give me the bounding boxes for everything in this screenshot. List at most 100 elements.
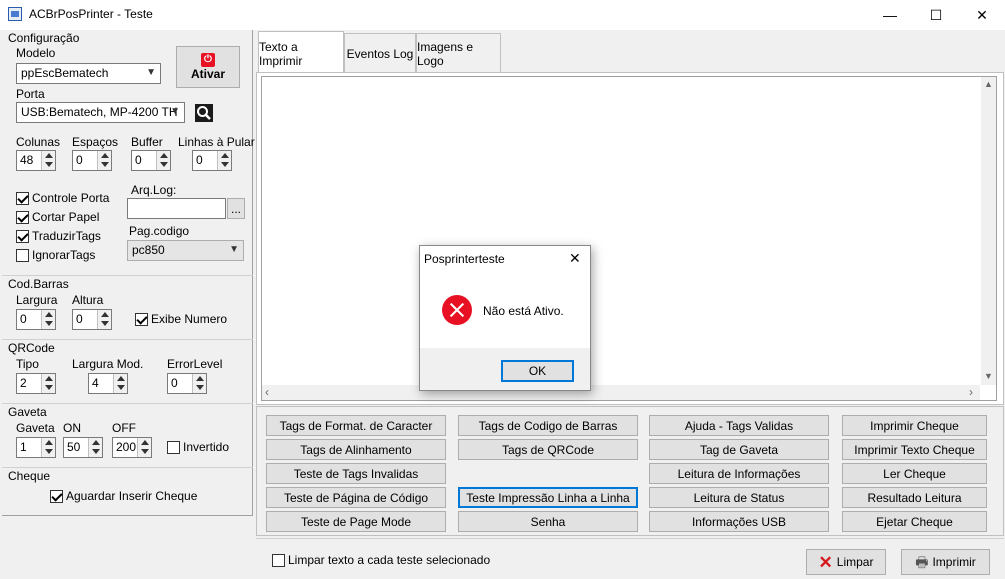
checkbox-icon[interactable] bbox=[135, 312, 148, 326]
text-to-print-area[interactable] bbox=[261, 76, 997, 401]
ejetar-cheque-button[interactable]: Ejetar Cheque bbox=[842, 511, 987, 532]
gaveta-on-spinner[interactable]: 50 bbox=[63, 437, 103, 458]
leitura-status-button[interactable]: Leitura de Status bbox=[649, 487, 829, 508]
traduzir-tags-label: TraduzirTags bbox=[32, 229, 101, 243]
maximize-button[interactable]: ☐ bbox=[913, 0, 959, 30]
checkbox-icon[interactable] bbox=[16, 229, 29, 243]
qr-largura-label: Largura Mod. bbox=[72, 357, 144, 371]
tab-imagens-logo[interactable]: Imagens e Logo bbox=[416, 33, 501, 73]
horizontal-scrollbar[interactable]: ‹ › bbox=[262, 385, 980, 400]
barras-largura-spinner[interactable]: 0 bbox=[16, 309, 56, 330]
close-button[interactable]: ✕ bbox=[959, 0, 1005, 30]
invertido-checkbox[interactable]: Invertido bbox=[167, 440, 229, 454]
colunas-spinner[interactable]: 48 bbox=[16, 150, 56, 171]
linhas-spinner[interactable]: 0 bbox=[192, 150, 232, 171]
spinner-arrows-icon[interactable] bbox=[97, 310, 111, 329]
pagcodigo-select[interactable]: pc850 ▼ bbox=[127, 240, 244, 261]
ok-button[interactable]: OK bbox=[501, 360, 574, 382]
gaveta-spinner[interactable]: 1 bbox=[16, 437, 56, 458]
power-icon: ⏻ bbox=[201, 53, 215, 67]
teste-impressao-linha-button[interactable]: Teste Impressão Linha a Linha bbox=[458, 487, 638, 508]
checkbox-icon[interactable] bbox=[167, 440, 180, 454]
qr-tipo-value: 2 bbox=[20, 376, 27, 390]
tab-texto-imprimir[interactable]: Texto a Imprimir bbox=[258, 31, 344, 75]
gaveta-on-value: 50 bbox=[67, 440, 81, 454]
ativar-button[interactable]: ⏻ Ativar bbox=[176, 46, 240, 88]
spinner-arrows-icon[interactable] bbox=[41, 151, 55, 170]
checkbox-icon[interactable] bbox=[272, 553, 285, 567]
spinner-arrows-icon[interactable] bbox=[137, 438, 151, 457]
teste-tags-invalidas-button[interactable]: Teste de Tags Invalidas bbox=[266, 463, 446, 484]
qr-tipo-spinner[interactable]: 2 bbox=[16, 373, 56, 394]
barras-altura-spinner[interactable]: 0 bbox=[72, 309, 112, 330]
teste-page-mode-button[interactable]: Teste de Page Mode bbox=[266, 511, 446, 532]
modelo-select[interactable]: ppEscBematech ▼ bbox=[16, 63, 161, 84]
ler-cheque-button[interactable]: Ler Cheque bbox=[842, 463, 987, 484]
tags-alinhamento-button[interactable]: Tags de Alinhamento bbox=[266, 439, 446, 460]
scroll-left-icon[interactable]: ‹ bbox=[265, 385, 269, 399]
red-x-icon: ✕ bbox=[818, 552, 833, 572]
traduzir-tags-checkbox[interactable]: TraduzirTags bbox=[16, 229, 101, 243]
qr-largura-spinner[interactable]: 4 bbox=[88, 373, 128, 394]
qr-tipo-label: Tipo bbox=[16, 357, 39, 371]
gaveta-off-value: 200 bbox=[116, 440, 137, 454]
qr-error-spinner[interactable]: 0 bbox=[167, 373, 207, 394]
cheque-section-title: Cheque bbox=[8, 469, 51, 483]
cortar-papel-checkbox[interactable]: Cortar Papel bbox=[16, 210, 99, 224]
checkbox-icon[interactable] bbox=[16, 248, 29, 262]
tag-gaveta-button[interactable]: Tag de Gaveta bbox=[649, 439, 829, 460]
informacoes-usb-button[interactable]: Informações USB bbox=[649, 511, 829, 532]
resultado-leitura-button[interactable]: Resultado Leitura bbox=[842, 487, 987, 508]
printer-icon: 🖶 bbox=[915, 554, 929, 570]
buffer-spinner[interactable]: 0 bbox=[131, 150, 171, 171]
spinner-arrows-icon[interactable] bbox=[113, 374, 127, 393]
gaveta-off-spinner[interactable]: 200 bbox=[112, 437, 152, 458]
browse-button[interactable]: ... bbox=[227, 198, 245, 219]
imprimir-cheque-button[interactable]: Imprimir Cheque bbox=[842, 415, 987, 436]
leitura-informacoes-button[interactable]: Leitura de Informações bbox=[649, 463, 829, 484]
porta-select[interactable]: USB:Bematech, MP-4200 TH ▼ bbox=[16, 102, 185, 123]
teste-pagina-codigo-button[interactable]: Teste de Página de Código bbox=[266, 487, 446, 508]
dialog-close-icon[interactable]: ✕ bbox=[569, 250, 581, 267]
spinner-arrows-icon[interactable] bbox=[97, 151, 111, 170]
ignorar-tags-checkbox[interactable]: IgnorarTags bbox=[16, 248, 95, 262]
spinner-arrows-icon[interactable] bbox=[41, 438, 55, 457]
spinner-arrows-icon[interactable] bbox=[88, 438, 102, 457]
checkbox-icon[interactable] bbox=[50, 489, 63, 503]
tags-codigo-barras-button[interactable]: Tags de Codigo de Barras bbox=[458, 415, 638, 436]
arqlog-input[interactable] bbox=[127, 198, 226, 219]
error-icon bbox=[442, 295, 472, 325]
scroll-right-icon[interactable]: › bbox=[969, 385, 973, 399]
spinner-arrows-icon[interactable] bbox=[217, 151, 231, 170]
linhas-label: Linhas à Pular bbox=[178, 135, 255, 149]
divider bbox=[2, 339, 253, 340]
scroll-down-icon[interactable]: ▼ bbox=[984, 371, 993, 381]
spinner-arrows-icon[interactable] bbox=[41, 310, 55, 329]
limpar-texto-checkbox[interactable]: Limpar texto a cada teste selecionado bbox=[272, 553, 490, 567]
tags-qrcode-button[interactable]: Tags de QRCode bbox=[458, 439, 638, 460]
scroll-up-icon[interactable]: ▲ bbox=[984, 79, 993, 89]
aguardar-cheque-checkbox[interactable]: Aguardar Inserir Cheque bbox=[50, 489, 197, 503]
spinner-arrows-icon[interactable] bbox=[192, 374, 206, 393]
limpar-button[interactable]: ✕ Limpar bbox=[806, 549, 886, 575]
qr-error-label: ErrorLevel bbox=[167, 357, 223, 371]
spinner-arrows-icon[interactable] bbox=[156, 151, 170, 170]
tags-format-caracter-button[interactable]: Tags de Format. de Caracter bbox=[266, 415, 446, 436]
tab-eventos-log[interactable]: Eventos Log bbox=[344, 33, 416, 73]
checkbox-icon[interactable] bbox=[16, 191, 29, 205]
search-button[interactable] bbox=[193, 102, 215, 124]
spinner-arrows-icon[interactable] bbox=[41, 374, 55, 393]
checkbox-icon[interactable] bbox=[16, 210, 29, 224]
ajuda-tags-button[interactable]: Ajuda - Tags Validas bbox=[649, 415, 829, 436]
senha-button[interactable]: Senha bbox=[458, 511, 638, 532]
controle-porta-checkbox[interactable]: Controle Porta bbox=[16, 191, 109, 205]
imprimir-button[interactable]: 🖶 Imprimir bbox=[901, 549, 990, 575]
vertical-scrollbar[interactable]: ▲ ▼ bbox=[981, 77, 996, 385]
minimize-button[interactable]: — bbox=[867, 0, 913, 30]
exibe-numero-checkbox[interactable]: Exibe Numero bbox=[135, 312, 227, 326]
imprimir-texto-cheque-button[interactable]: Imprimir Texto Cheque bbox=[842, 439, 987, 460]
buffer-value: 0 bbox=[135, 153, 142, 167]
espacos-spinner[interactable]: 0 bbox=[72, 150, 112, 171]
divider bbox=[2, 403, 253, 404]
imprimir-label: Imprimir bbox=[932, 555, 976, 569]
